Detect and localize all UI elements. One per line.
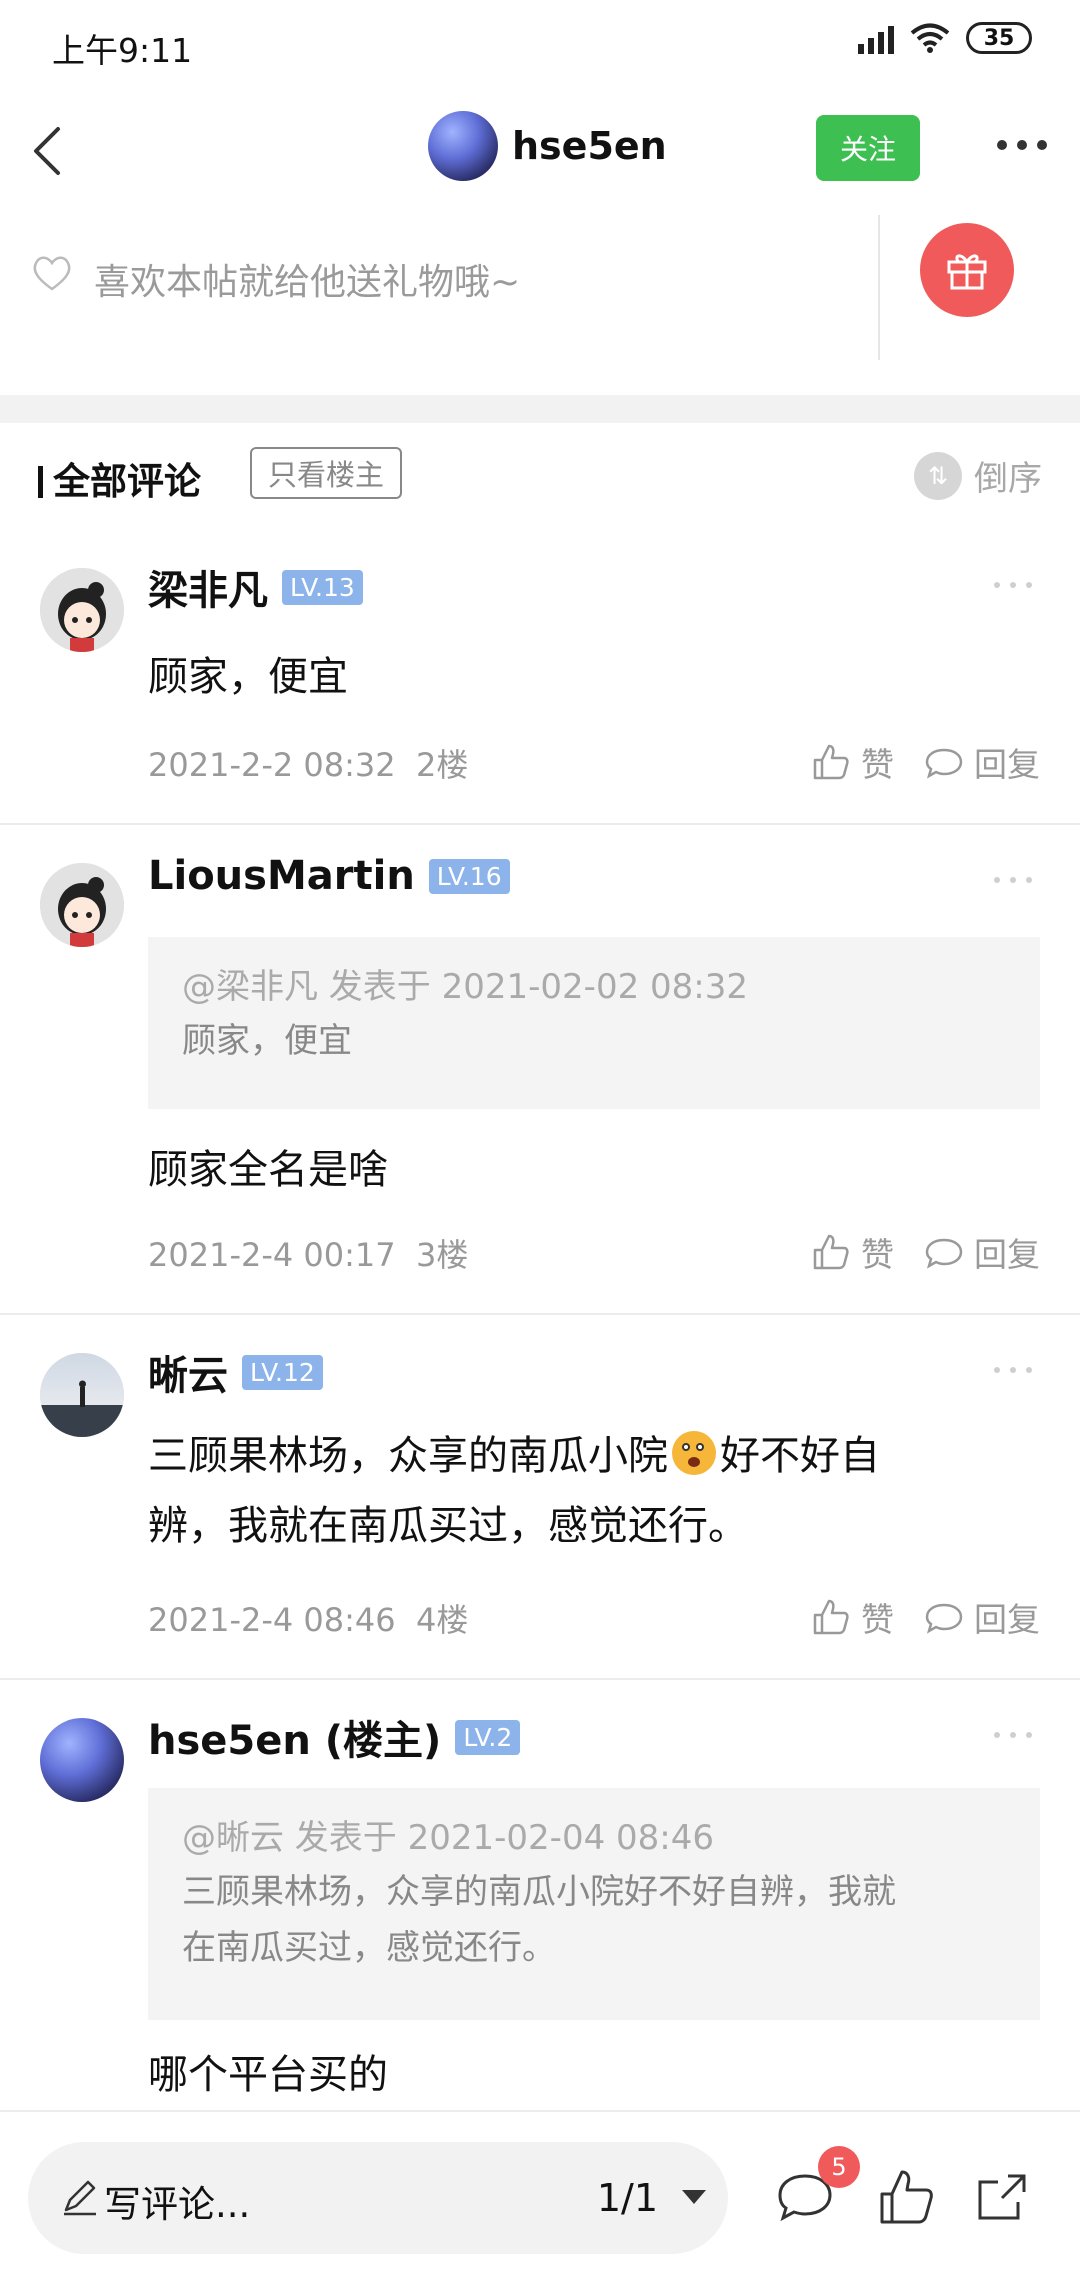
reply-button[interactable]: 回复	[924, 738, 1040, 786]
gift-row: 喜欢本帖就给他送礼物哦~	[0, 215, 1080, 385]
back-icon[interactable]	[20, 111, 80, 191]
comment-item: hse5en (楼主) LV.2 @晰云 发表于 2021-02-04 08:46…	[0, 1680, 1080, 2110]
follow-button[interactable]: 关注	[816, 115, 920, 181]
landscape-avatar-icon	[40, 1353, 124, 1437]
thumbs-up-icon	[813, 744, 849, 780]
comment-count-badge: 5	[818, 2146, 860, 2188]
author-name[interactable]: hse5en	[512, 124, 667, 168]
author-info[interactable]: hse5en	[428, 111, 667, 181]
comment-text: 顾家，便宜	[148, 654, 348, 700]
gift-button[interactable]	[920, 223, 1014, 317]
like-button[interactable]: 赞	[811, 1228, 894, 1276]
more-options-icon[interactable]	[994, 1367, 1032, 1373]
thumbs-up-icon	[813, 1599, 849, 1635]
more-icon[interactable]	[992, 125, 1052, 165]
level-badge: LV.2	[455, 1719, 521, 1755]
comment-bubble-icon	[925, 748, 963, 779]
comment-item: 梁非凡 LV.13 顾家，便宜 2021-2-2 08:32 2楼 赞 回复	[0, 530, 1080, 825]
comment-author[interactable]: hse5en (楼主) LV.2	[148, 1708, 521, 1766]
comment-text: 顾家全名是啥	[148, 1147, 388, 1193]
heart-icon	[33, 256, 71, 291]
pen-icon	[64, 2180, 96, 2216]
battery-icon: 35	[966, 22, 1032, 54]
bottom-bar: 写评论... 1/1 5	[0, 2110, 1080, 2280]
comment-author[interactable]: LiousMartin LV.16	[148, 853, 510, 899]
comment-author[interactable]: 晰云 LV.12	[148, 1343, 323, 1401]
comment-text: 哪个平台买的	[148, 2052, 388, 2098]
post-header: hse5en 关注	[0, 95, 1080, 205]
quote-text: 顾家，便宜	[182, 1021, 352, 1061]
avatar[interactable]	[428, 111, 498, 181]
reply-button[interactable]: 回复	[924, 1593, 1040, 1641]
section-separator	[0, 395, 1080, 423]
quote-text: 三顾果林场，众享的南瓜小院好不好自辨，我就 在南瓜买过，感觉还行。	[182, 1872, 896, 1968]
comments-header: 全部评论 只看楼主 ⇅ 倒序	[0, 435, 1080, 525]
level-badge: LV.16	[428, 858, 510, 894]
status-time: 上午9:11	[52, 31, 193, 70]
comment-meta: 2021-2-4 08:46 4楼	[148, 1601, 469, 1639]
owner-only-button[interactable]: 只看楼主	[250, 447, 403, 499]
cartoon-avatar-icon	[40, 568, 124, 652]
avatar[interactable]	[40, 568, 124, 652]
thumbs-up-icon	[813, 1234, 849, 1270]
sort-icon: ⇅	[914, 451, 962, 500]
like-button[interactable]: 赞	[811, 738, 894, 786]
more-options-icon[interactable]	[994, 1732, 1032, 1738]
quote-meta: @梁非凡 发表于 2021-02-02 08:32	[182, 967, 748, 1007]
comment-actions: 赞 回复	[811, 738, 1040, 786]
comment-bubble-icon	[925, 1603, 963, 1634]
level-badge: LV.13	[282, 569, 363, 605]
level-badge: LV.12	[242, 1354, 323, 1390]
wifi-icon	[910, 23, 950, 53]
signal-icon	[858, 22, 894, 54]
comment-text: 三顾果林场，众享的南瓜小院 好不好自 辨，我就在南瓜买过，感觉还行。	[148, 1431, 880, 1549]
quoted-comment[interactable]: @梁非凡 发表于 2021-02-02 08:32 顾家，便宜	[148, 937, 1040, 1109]
avatar[interactable]	[40, 1718, 124, 1802]
thumbs-up-icon[interactable]	[876, 2166, 938, 2228]
comment-meta: 2021-2-4 00:17 3楼	[148, 1236, 469, 1274]
page-indicator[interactable]: 1/1	[597, 2176, 658, 2220]
divider	[878, 215, 880, 360]
cartoon-avatar-icon	[40, 863, 124, 947]
reply-button[interactable]: 回复	[924, 1228, 1040, 1276]
comment-author[interactable]: 梁非凡 LV.13	[148, 558, 363, 616]
more-options-icon[interactable]	[994, 582, 1032, 588]
gift-prompt[interactable]: 喜欢本帖就给他送礼物哦~	[94, 253, 520, 305]
comment-item: LiousMartin LV.16 @梁非凡 发表于 2021-02-02 08:…	[0, 825, 1080, 1315]
comments-title: 全部评论	[38, 451, 201, 505]
quoted-comment[interactable]: @晰云 发表于 2021-02-04 08:46 三顾果林场，众享的南瓜小院好不…	[148, 1788, 1040, 2020]
status-icons: 35	[858, 22, 1032, 54]
more-options-icon[interactable]	[994, 877, 1032, 883]
comment-actions: 赞 回复	[811, 1593, 1040, 1641]
comment-item: 晰云 LV.12 三顾果林场，众享的南瓜小院 好不好自 辨，我就在南瓜买过，感觉还行…	[0, 1315, 1080, 1680]
comment-meta: 2021-2-2 08:32 2楼	[148, 746, 469, 784]
sort-order-button[interactable]: ⇅ 倒序	[914, 451, 1042, 500]
status-bar: 上午9:11 35	[0, 0, 1080, 90]
sort-label: 倒序	[974, 459, 1042, 499]
dropdown-icon[interactable]	[682, 2190, 706, 2204]
write-comment-input[interactable]: 写评论... 1/1	[28, 2142, 728, 2254]
emoji-icon	[672, 1431, 716, 1475]
share-icon[interactable]	[972, 2166, 1034, 2228]
avatar[interactable]	[40, 863, 124, 947]
gift-icon	[947, 254, 987, 290]
comment-bubble-icon	[925, 1238, 963, 1269]
comment-actions: 赞 回复	[811, 1228, 1040, 1276]
quote-meta: @晰云 发表于 2021-02-04 08:46	[182, 1818, 714, 1858]
like-button[interactable]: 赞	[811, 1593, 894, 1641]
write-comment-label: 写评论...	[104, 2183, 251, 2226]
avatar[interactable]	[40, 1353, 124, 1437]
